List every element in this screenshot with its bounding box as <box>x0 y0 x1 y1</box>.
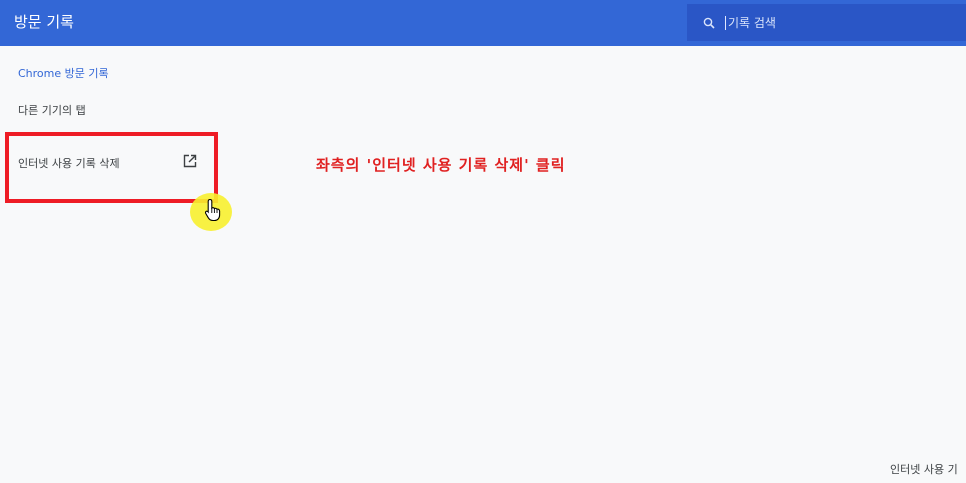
page-title: 방문 기록 <box>14 13 74 31</box>
search-box[interactable]: 기록 검색 <box>687 4 966 41</box>
app-header: 방문 기록 기록 검색 <box>0 0 966 46</box>
hand-cursor-icon <box>204 198 221 222</box>
footer-text: 인터넷 사용 기 <box>890 463 958 476</box>
annotation-text: 좌측의 '인터넷 사용 기록 삭제' 클릭 <box>316 156 566 174</box>
sidebar-item-chrome-history[interactable]: Chrome 방문 기록 <box>18 65 109 81</box>
sidebar-item-other-devices[interactable]: 다른 기기의 탭 <box>18 102 86 118</box>
search-input[interactable]: 기록 검색 <box>725 15 776 30</box>
search-icon <box>703 17 715 29</box>
highlight-box <box>5 132 218 203</box>
